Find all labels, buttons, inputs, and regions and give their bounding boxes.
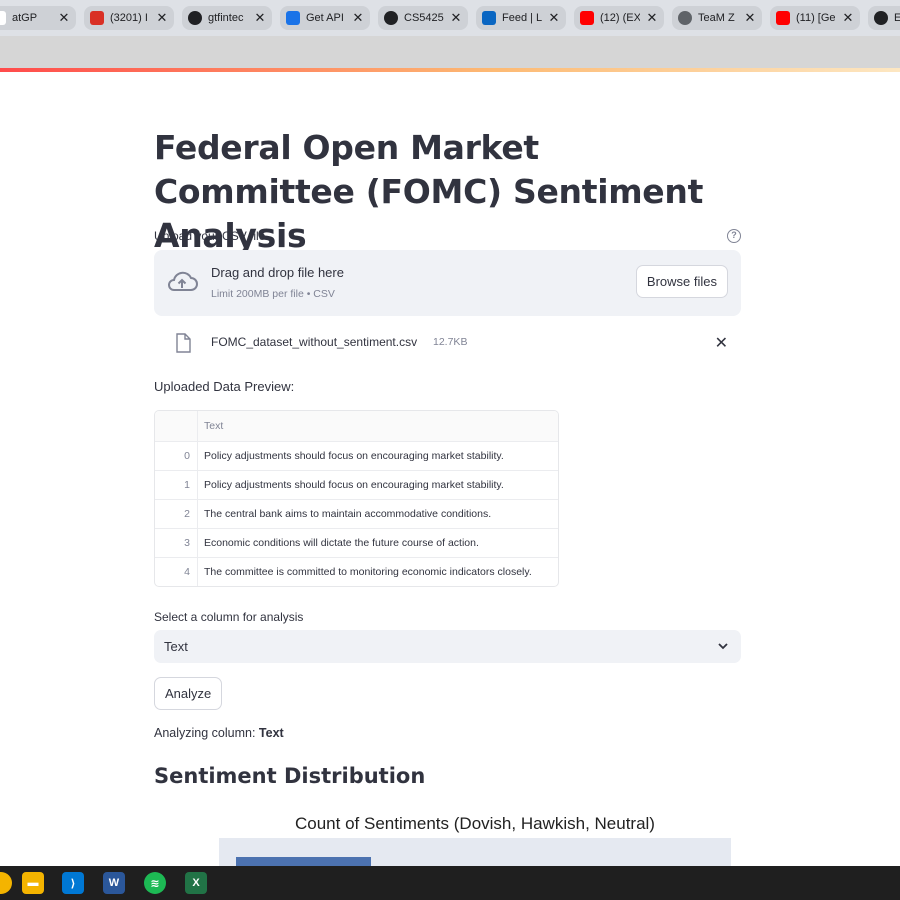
- mail-icon: [90, 11, 104, 25]
- table-row[interactable]: 2 The central bank aims to maintain accom…: [155, 499, 558, 528]
- cloud-upload-icon: [168, 271, 198, 291]
- uploaded-file-size: 12.7KB: [433, 336, 468, 348]
- browser-tab-strip: atGP ✕ (3201) I ✕ gtfintec ✕ Get API ✕ CS5425 ✕ Fe…: [0, 0, 900, 36]
- chatgpt-icon: [0, 11, 6, 25]
- analyzing-column: Text: [258, 726, 284, 740]
- browser-tab[interactable]: gtfintec ✕: [182, 6, 272, 30]
- dropzone-title: Drag and drop file here: [211, 265, 344, 280]
- browser-tab[interactable]: TeaM Z ✕: [672, 6, 762, 30]
- analyzing-status: Analyzing column: Text: [154, 726, 284, 740]
- table-cell[interactable]: The committee is committed to monitoring…: [198, 566, 532, 578]
- close-tab-icon[interactable]: ✕: [646, 10, 658, 26]
- app-header-decoration: [0, 68, 900, 72]
- browser-tab-title: (11) [Ge: [796, 12, 836, 24]
- analyze-button[interactable]: Analyze: [154, 677, 223, 710]
- close-tab-icon[interactable]: ✕: [156, 10, 168, 26]
- chart-title: Count of Sentiments (Dovish, Hawkish, Ne…: [295, 814, 655, 833]
- linkedin-icon: [482, 11, 496, 25]
- browser-tab[interactable]: Feed | L ✕: [476, 6, 566, 30]
- browser-tab[interactable]: atGP ✕: [0, 6, 76, 30]
- browser-tab[interactable]: (12) (EX ✕: [574, 6, 664, 30]
- column-select[interactable]: Text: [154, 630, 741, 663]
- browser-tab[interactable]: Get API ✕: [280, 6, 370, 30]
- close-tab-icon[interactable]: ✕: [352, 10, 364, 26]
- browser-tab-title: TeaM Z: [698, 12, 735, 24]
- browse-files-button[interactable]: Browse files: [635, 265, 728, 298]
- browser-tab-title: End-to: [894, 12, 900, 24]
- file-icon: [176, 333, 191, 353]
- close-tab-icon[interactable]: ✕: [548, 10, 560, 26]
- start-icon[interactable]: [0, 872, 12, 894]
- select-value: Text: [164, 639, 188, 654]
- table-cell[interactable]: Economic conditions will dictate the fut…: [198, 537, 479, 549]
- uploaded-file-name: FOMC_dataset_without_sentiment.csv: [211, 335, 418, 349]
- file-uploader-label-row: Upload your CSV file ?: [154, 229, 741, 245]
- close-tab-icon[interactable]: ✕: [58, 10, 70, 26]
- file-uploader-label: Upload your CSV file: [154, 229, 266, 243]
- excel-icon[interactable]: X: [185, 872, 207, 894]
- browser-tab-title: gtfintec: [208, 12, 244, 24]
- column-header[interactable]: Text: [198, 420, 223, 432]
- preview-label: Uploaded Data Preview:: [154, 379, 295, 394]
- analyzing-prefix: Analyzing column:: [154, 726, 259, 740]
- close-tab-icon[interactable]: ✕: [254, 10, 266, 26]
- row-index: 3: [155, 529, 198, 557]
- browser-tab-title: CS5425: [404, 12, 444, 24]
- github-icon: [874, 11, 888, 25]
- table-cell[interactable]: The central bank aims to maintain accomm…: [198, 508, 491, 520]
- table-cell[interactable]: Policy adjustments should focus on encou…: [198, 450, 504, 462]
- browser-tab[interactable]: (11) [Ge ✕: [770, 6, 860, 30]
- spotify-icon[interactable]: ≋: [144, 872, 166, 894]
- browser-tab-title: atGP: [12, 12, 38, 24]
- table-header-row: Text: [155, 411, 558, 441]
- close-tab-icon[interactable]: ✕: [450, 10, 462, 26]
- api-icon: [286, 11, 300, 25]
- os-taskbar: ▬ ⟩ W ≋ X: [0, 866, 900, 900]
- file-dropzone[interactable]: Drag and drop file here Limit 200MB per …: [154, 250, 741, 316]
- youtube-icon: [580, 11, 594, 25]
- browser-tab-title: Get API: [306, 12, 344, 24]
- dropzone-limit: Limit 200MB per file • CSV: [211, 288, 335, 300]
- select-label: Select a column for analysis: [154, 610, 304, 624]
- row-index: 4: [155, 558, 198, 586]
- table-row[interactable]: 4 The committee is committed to monitorin…: [155, 557, 558, 586]
- uploaded-file-row: FOMC_dataset_without_sentiment.csv 12.7K…: [154, 328, 741, 358]
- github-icon: [188, 11, 202, 25]
- row-index: 0: [155, 442, 198, 470]
- data-preview-table[interactable]: Text 0 Policy adjustments should focus on…: [154, 410, 559, 587]
- browser-tab[interactable]: (3201) I ✕: [84, 6, 174, 30]
- table-row[interactable]: 0 Policy adjustments should focus on enco…: [155, 441, 558, 470]
- chevron-down-icon: [718, 643, 728, 650]
- table-row[interactable]: 1 Policy adjustments should focus on enco…: [155, 470, 558, 499]
- table-row[interactable]: 3 Economic conditions will dictate the fu…: [155, 528, 558, 557]
- globe-icon: [678, 11, 692, 25]
- help-icon[interactable]: ?: [727, 229, 741, 243]
- browser-tab-title: Feed | L: [502, 12, 542, 24]
- browser-tab[interactable]: End-to✕: [868, 6, 900, 30]
- close-tab-icon[interactable]: ✕: [842, 10, 854, 26]
- word-icon[interactable]: W: [103, 872, 125, 894]
- row-index: 2: [155, 500, 198, 528]
- file-explorer-icon[interactable]: ▬: [22, 872, 44, 894]
- close-tab-icon[interactable]: ✕: [744, 10, 756, 26]
- github-icon: [384, 11, 398, 25]
- row-index: 1: [155, 471, 198, 499]
- vscode-icon[interactable]: ⟩: [62, 872, 84, 894]
- browser-tab[interactable]: CS5425 ✕: [378, 6, 468, 30]
- index-header: [155, 411, 198, 441]
- browser-tab-title: (3201) I: [110, 12, 148, 24]
- table-cell[interactable]: Policy adjustments should focus on encou…: [198, 479, 504, 491]
- browser-toolbar: [0, 36, 900, 68]
- close-icon[interactable]: ✕: [715, 333, 728, 353]
- section-title: Sentiment Distribution: [154, 764, 426, 788]
- youtube-icon: [776, 11, 790, 25]
- browser-tab-title: (12) (EX: [600, 12, 640, 24]
